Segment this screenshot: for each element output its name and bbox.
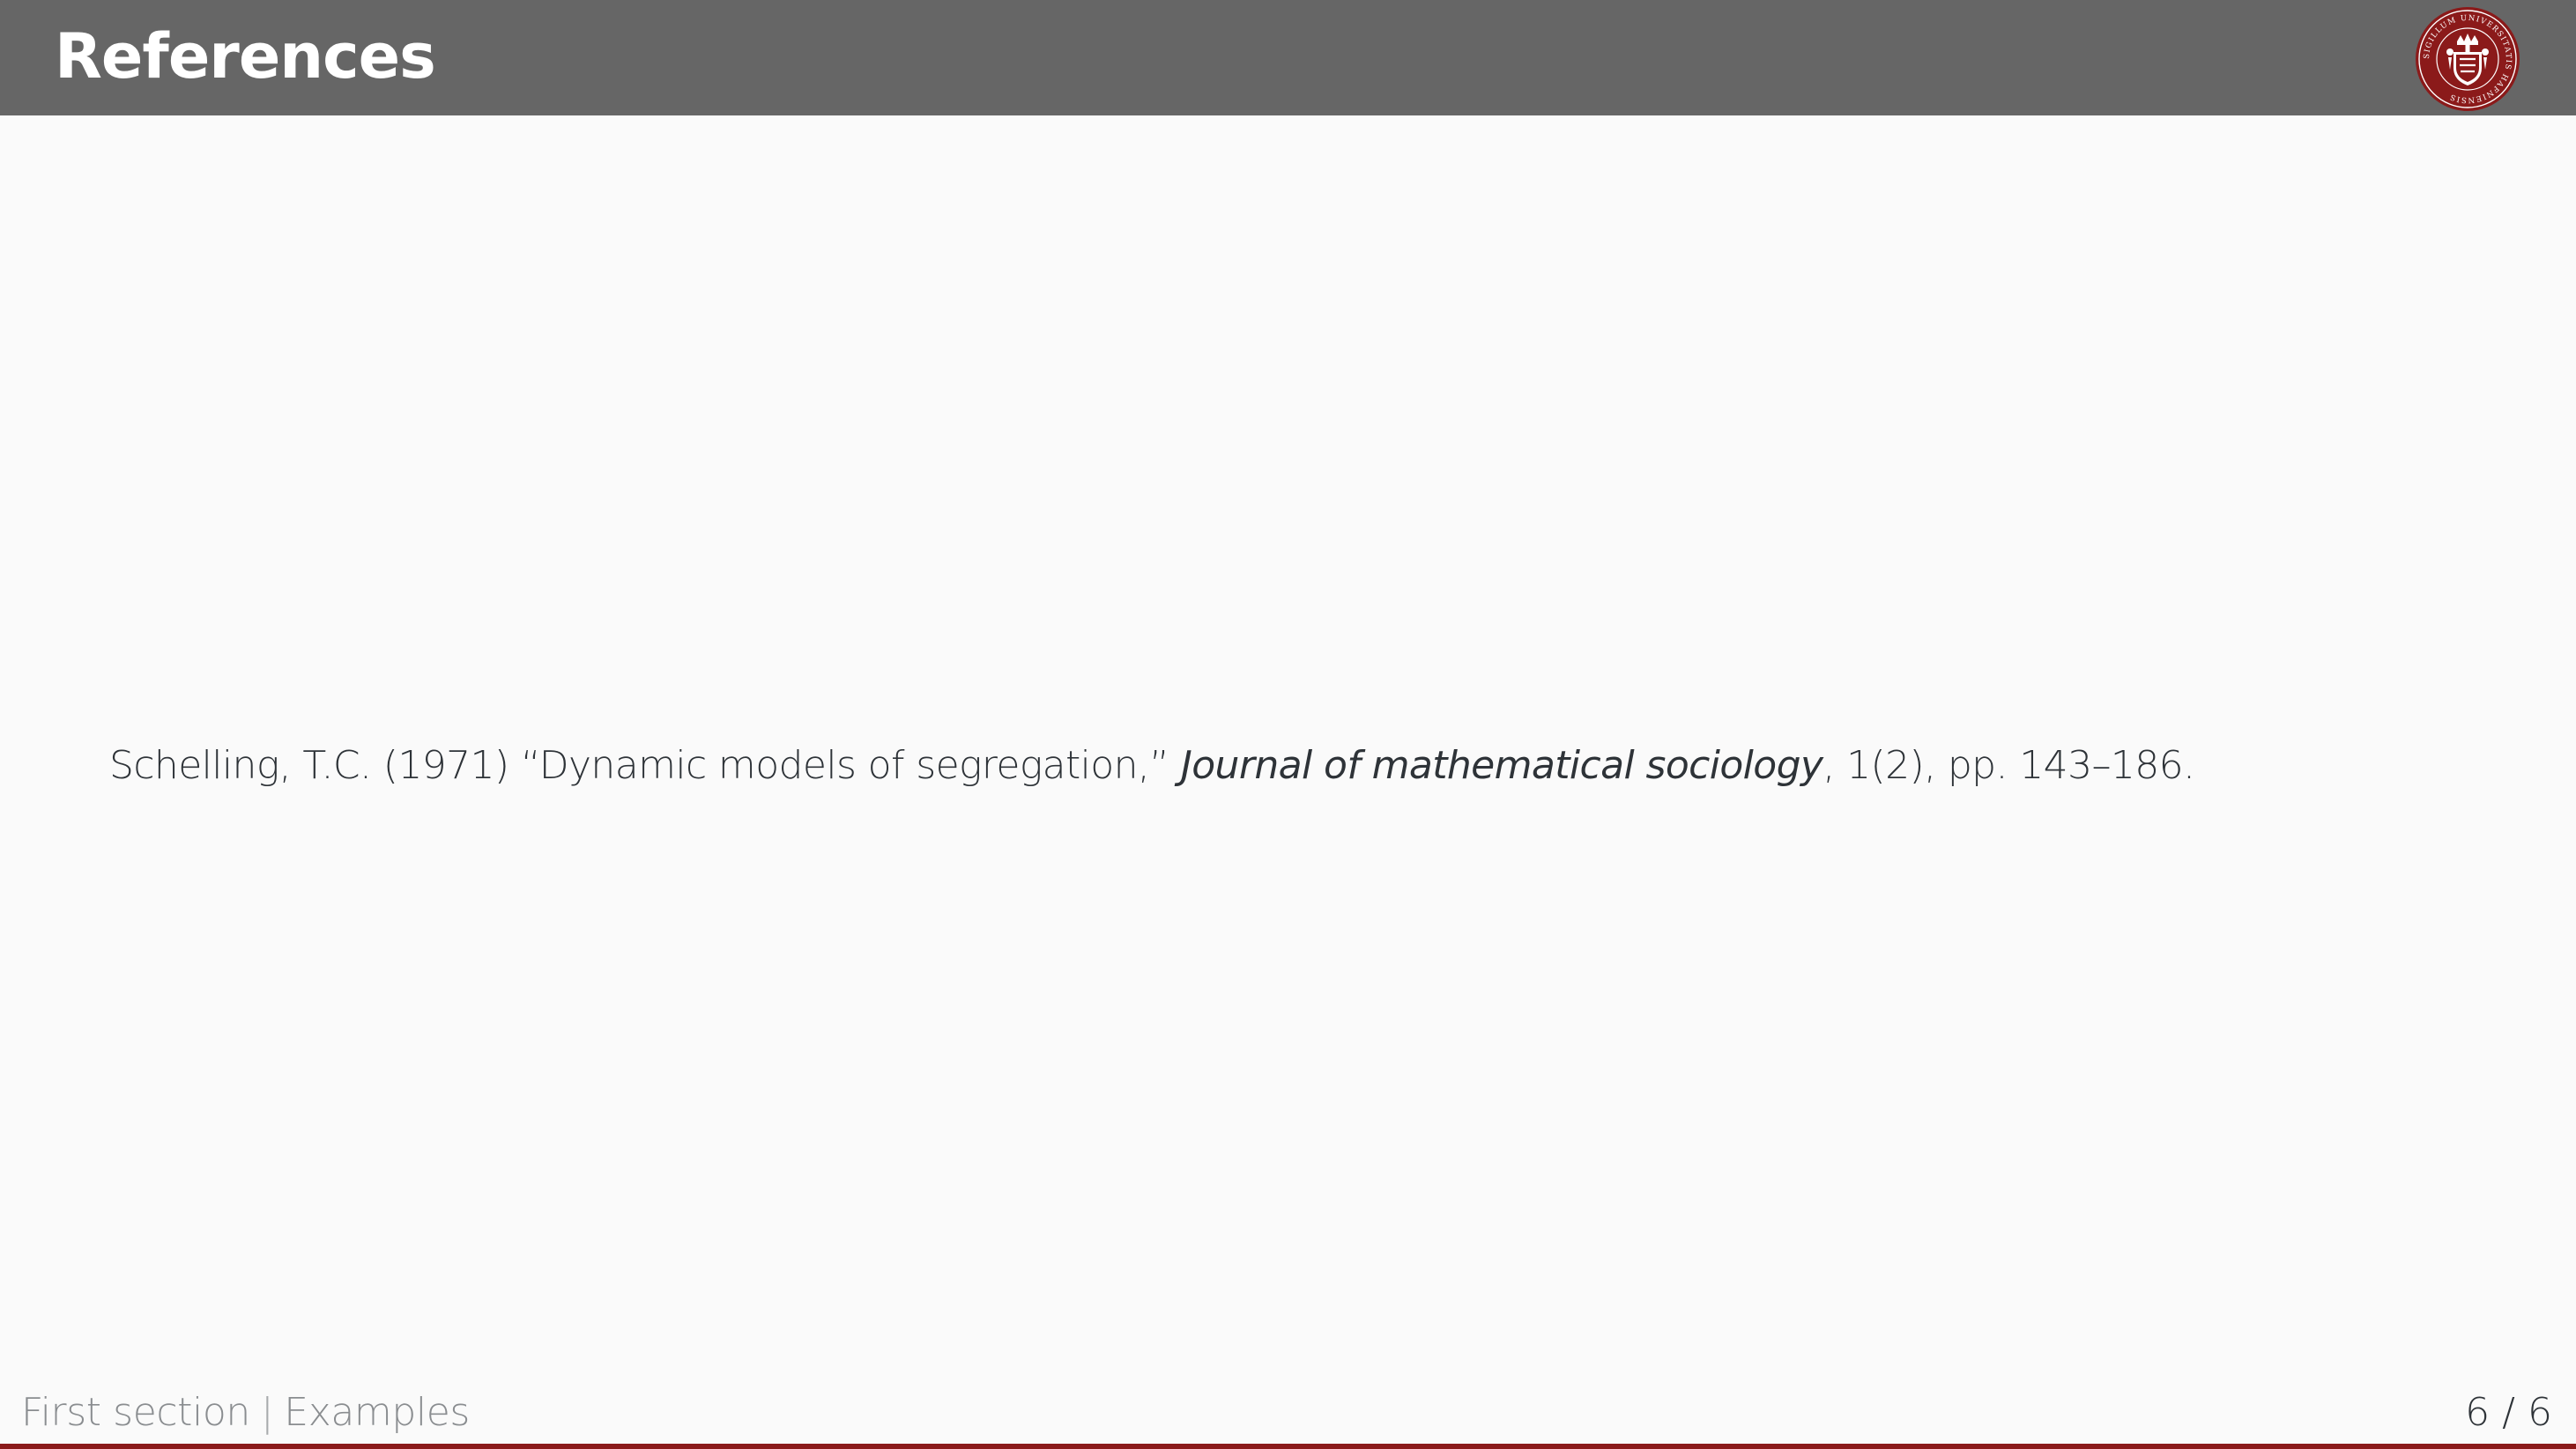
reference-journal: Journal of mathematical sociology: [1180, 743, 1823, 788]
page-total: 6: [2528, 1390, 2552, 1435]
reference-entry: Schelling, T.C. (1971) “Dynamic models o…: [109, 733, 2195, 799]
page-number: 6 / 6: [2465, 1385, 2552, 1441]
footer-accent-bar: [0, 1444, 2576, 1449]
footer-breadcrumb: First section | Examples: [21, 1385, 470, 1441]
slide-title: References: [55, 20, 436, 93]
reference-details: , 1(2), pp. 143–186.: [1823, 743, 2195, 788]
page-current: 6: [2465, 1390, 2491, 1435]
footer-separator: |: [260, 1390, 274, 1435]
reference-article-title: “Dynamic models of segregation,”: [520, 743, 1181, 788]
slide: References SIGILLUM UNIVERSITATIS HAFNIE…: [0, 0, 2576, 1449]
reference-authors-year: Schelling, T.C. (1971): [109, 743, 521, 788]
footer-subsection: Examples: [284, 1390, 470, 1435]
slide-header: References SIGILLUM UNIVERSITATIS HAFNIE…: [0, 0, 2576, 115]
footer-section: First section: [21, 1390, 250, 1435]
university-seal-icon: SIGILLUM UNIVERSITATIS HAFNIENSIS: [2416, 7, 2520, 111]
page-separator: /: [2502, 1390, 2515, 1435]
